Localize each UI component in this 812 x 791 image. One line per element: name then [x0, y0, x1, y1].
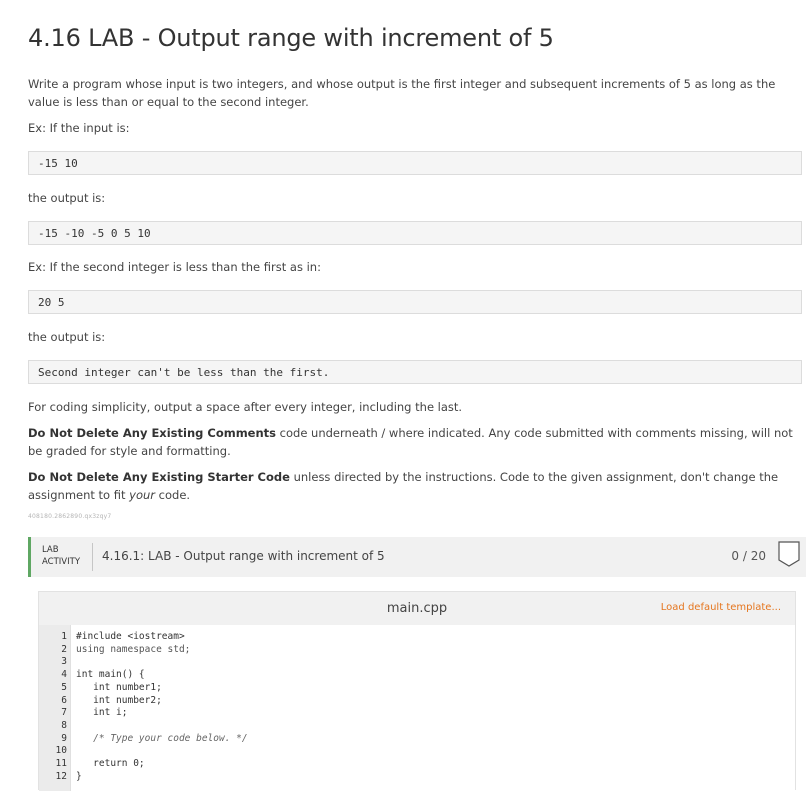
starter-code-note: Do Not Delete Any Existing Starter Code …: [28, 468, 804, 504]
example-2-label: Ex: If the second integer is less than t…: [28, 260, 321, 274]
example-2-output-label: the output is:: [28, 330, 106, 344]
starter-note-text-b: code.: [155, 488, 191, 502]
comments-note: Do Not Delete Any Existing Comments code…: [28, 424, 804, 460]
example-1-output-label: the output is:: [28, 191, 106, 205]
load-default-template-link[interactable]: Load default template...: [661, 602, 781, 613]
simplicity-note: For coding simplicity, output a space af…: [28, 400, 463, 414]
example-2-output: Second integer can't be less than the fi…: [28, 360, 802, 384]
lab-activity-header: LAB ACTIVITY 4.16.1: LAB - Output range …: [28, 537, 806, 577]
line-number: 2: [61, 643, 67, 655]
page-title: 4.16 LAB - Output range with increment o…: [28, 24, 554, 52]
code-line-using: using namespace std;: [76, 643, 191, 655]
line-number: 8: [61, 719, 67, 731]
lab-score: 0 / 20: [731, 549, 766, 563]
lab-header-divider: [92, 543, 93, 571]
score-badge-icon: [778, 541, 800, 567]
lab-activity-tag: LAB ACTIVITY: [42, 544, 80, 568]
starter-note-bold: Do Not Delete Any Existing Starter Code: [28, 470, 290, 484]
line-number-gutter: 1 2 3 4 5 6 7 8 9 10 11 12: [39, 625, 71, 791]
code-line-return: return 0;: [76, 758, 145, 769]
code-line-number2: int number2;: [76, 694, 162, 706]
line-number: 5: [61, 681, 67, 693]
editor-header: main.cpp Load default template...: [39, 592, 795, 625]
code-text-area[interactable]: 1 2 3 4 5 6 7 8 9 10 11 12 #include <ios…: [39, 625, 795, 791]
lab-page: 4.16 LAB - Output range with increment o…: [0, 0, 812, 791]
line-number: 7: [61, 707, 67, 719]
starter-note-emphasis: your: [129, 488, 156, 502]
lab-tag-line-2: ACTIVITY: [42, 557, 81, 567]
code-line-main: int main() {: [76, 669, 145, 681]
code-line-include: #include <iostream>: [76, 631, 185, 642]
code-line-i: int i;: [76, 707, 128, 719]
code-editor: main.cpp Load default template... 1 2 3 …: [38, 591, 796, 791]
example-2-input: 20 5: [28, 290, 802, 314]
comments-note-bold: Do Not Delete Any Existing Comments: [28, 426, 277, 440]
line-number: 11: [55, 758, 67, 769]
line-number: 10: [55, 745, 67, 757]
example-1-label: Ex: If the input is:: [28, 121, 130, 135]
line-number: 12: [55, 770, 67, 782]
code-line-number1: int number1;: [76, 681, 162, 693]
line-number: 9: [61, 732, 67, 744]
lab-activity-name: 4.16.1: LAB - Output range with incremen…: [102, 549, 385, 563]
line-number: 3: [61, 656, 67, 668]
code-line-comment: /* Type your code below. */: [76, 732, 248, 744]
example-1-output: -15 -10 -5 0 5 10: [28, 221, 802, 245]
line-number: 1: [61, 631, 67, 642]
lab-tag-line-1: LAB: [42, 545, 59, 555]
activity-id: 408180.2862890.qx3zqy7: [28, 513, 112, 520]
line-number: 4: [61, 669, 67, 681]
line-number: 6: [61, 694, 67, 706]
code-line-close-brace: }: [76, 770, 82, 782]
intro-paragraph: Write a program whose input is two integ…: [28, 77, 776, 109]
example-1-input: -15 10: [28, 151, 802, 175]
